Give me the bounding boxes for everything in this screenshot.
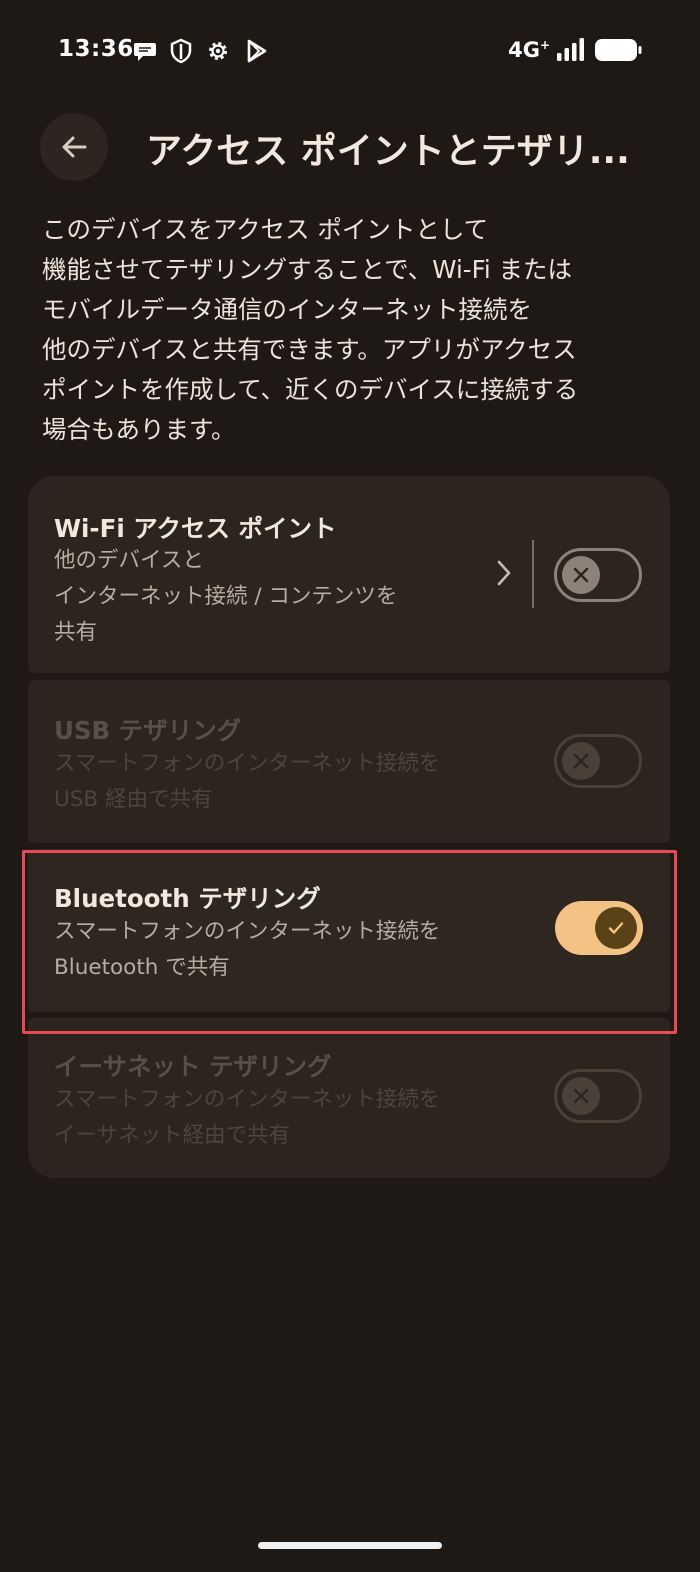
toggle-knob — [562, 1077, 600, 1115]
wifi-hotspot-toggle[interactable] — [554, 548, 642, 602]
usb-tethering-item: USB テザリング スマートフォンのインターネット接続を USB 経由で共有 — [28, 680, 670, 843]
battery-icon — [595, 39, 642, 61]
description-line: このデバイスをアクセス ポイントとして — [42, 215, 489, 244]
home-indicator[interactable] — [258, 1542, 442, 1549]
close-icon — [573, 753, 589, 769]
summary-line: イーサネット経由で共有 — [54, 1123, 291, 1148]
ethernet-tethering-item: イーサネット テザリング スマートフォンのインターネット接続を イーサネット経由… — [28, 1018, 670, 1178]
page-title: アクセス ポイントとテザリ... — [146, 131, 630, 172]
description-line: 場合もあります。 — [42, 415, 236, 444]
chat-bubble-icon — [134, 43, 156, 61]
close-icon — [573, 567, 589, 583]
summary-line: スマートフォンのインターネット接続を — [54, 1087, 441, 1112]
summary-line: 共有 — [54, 620, 98, 645]
ethernet-tethering-toggle — [554, 1069, 642, 1123]
toggle-knob — [595, 907, 637, 949]
back-button[interactable] — [40, 113, 108, 181]
arrow-left-icon — [62, 136, 87, 158]
bluetooth-tethering-summary: スマートフォンのインターネット接続を Bluetooth で共有 — [54, 914, 440, 986]
toggle-knob — [562, 556, 600, 594]
wifi-hotspot-summary: 他のデバイスと インターネット接続 / コンテンツを 共有 — [54, 543, 397, 651]
network-type: 4G+ — [508, 38, 550, 62]
summary-line: インターネット接続 / コンテンツを — [54, 584, 398, 609]
shield-icon — [170, 38, 192, 64]
summary-line: スマートフォンのインターネット接続を — [54, 919, 441, 944]
play-store-icon — [247, 39, 267, 63]
description-line: 他のデバイスと共有できます。アプリがアクセス — [42, 335, 577, 364]
bluetooth-tethering-title: Bluetooth テザリング — [54, 884, 321, 913]
wifi-hotspot-title: Wi-Fi アクセス ポイント — [54, 514, 337, 543]
gear-icon — [209, 42, 227, 60]
description: このデバイスをアクセス ポイントとして 機能させてテザリングすることで、Wi-F… — [42, 210, 662, 450]
toggle-knob — [562, 742, 600, 780]
usb-tethering-summary: スマートフォンのインターネット接続を USB 経由で共有 — [54, 746, 440, 818]
bluetooth-tethering-item[interactable]: Bluetooth テザリング スマートフォンのインターネット接続を Bluet… — [28, 849, 670, 1012]
signal-icon — [557, 38, 584, 61]
description-line: モバイルデータ通信のインターネット接続を — [42, 295, 532, 324]
close-icon — [573, 1088, 589, 1104]
bluetooth-tethering-toggle[interactable] — [555, 901, 643, 955]
chevron-right-icon — [497, 560, 511, 586]
summary-line: 他のデバイスと — [54, 548, 204, 573]
summary-line: USB 経由で共有 — [54, 787, 213, 812]
usb-tethering-toggle — [554, 734, 642, 788]
description-line: ポイントを作成して、近くのデバイスに接続する — [42, 375, 579, 404]
check-icon — [608, 922, 624, 934]
ethernet-tethering-title: イーサネット テザリング — [54, 1052, 332, 1081]
usb-tethering-title: USB テザリング — [54, 716, 242, 745]
divider — [532, 540, 534, 608]
description-line: 機能させてテザリングすることで、Wi-Fi または — [42, 255, 573, 284]
wifi-hotspot-item[interactable]: Wi-Fi アクセス ポイント 他のデバイスと インターネット接続 / コンテン… — [28, 476, 670, 673]
status-bar: 13:36 4G+ — [0, 0, 700, 100]
summary-line: Bluetooth で共有 — [54, 955, 230, 980]
summary-line: スマートフォンのインターネット接続を — [54, 751, 441, 776]
ethernet-tethering-summary: スマートフォンのインターネット接続を イーサネット経由で共有 — [54, 1082, 440, 1154]
status-time: 13:36 — [58, 36, 134, 62]
